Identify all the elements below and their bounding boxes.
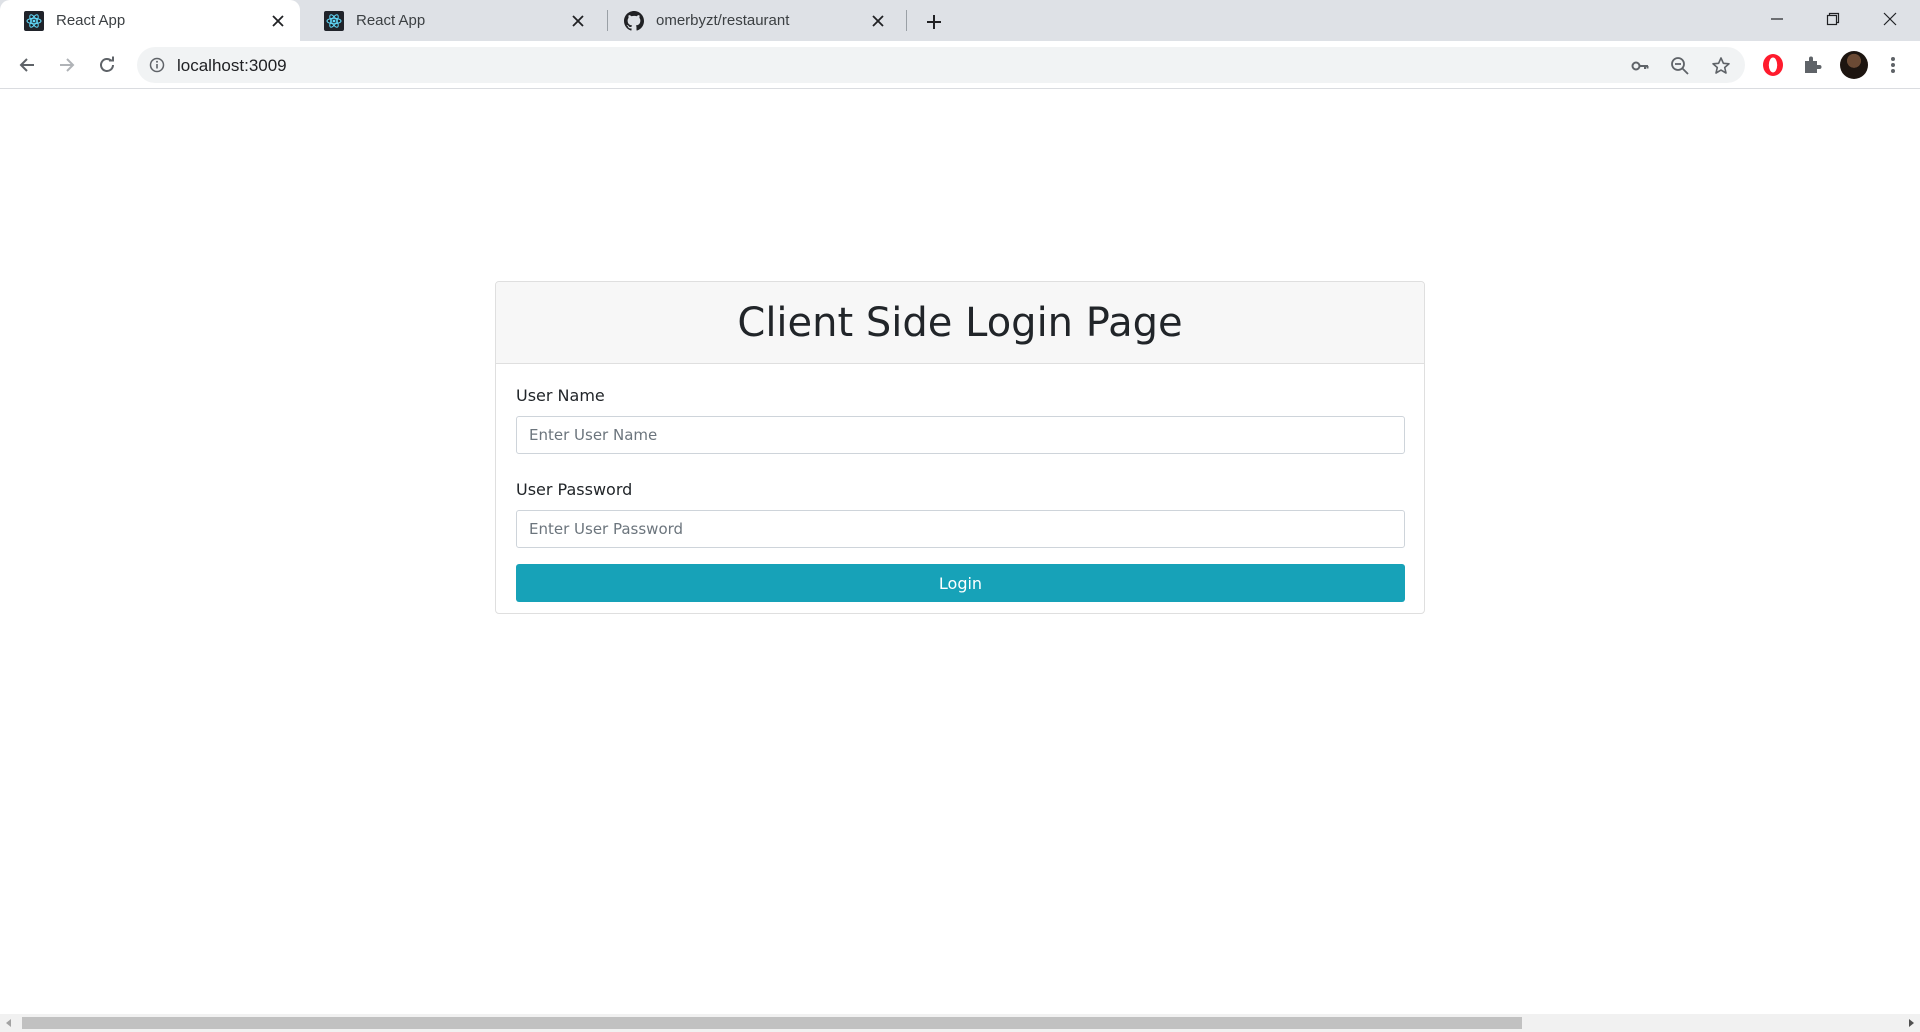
address-bar[interactable]: localhost:3009 xyxy=(137,47,1745,83)
tab-strip: React App React App omerbyzt/restaurant xyxy=(0,0,1920,41)
react-icon xyxy=(24,10,44,31)
close-icon[interactable] xyxy=(268,11,288,31)
username-label: User Name xyxy=(516,386,605,405)
restore-icon xyxy=(1826,12,1840,26)
tab-github[interactable]: omerbyzt/restaurant xyxy=(600,0,900,41)
page-title: Client Side Login Page xyxy=(737,299,1183,346)
forward-arrow-icon xyxy=(60,58,75,72)
new-tab-button[interactable] xyxy=(920,8,948,36)
close-window-button[interactable] xyxy=(1862,0,1918,38)
login-card: Client Side Login Page User Name User Pa… xyxy=(495,281,1425,614)
profile-avatar[interactable] xyxy=(1840,51,1868,79)
back-arrow-icon xyxy=(19,58,34,72)
extensions-icon[interactable] xyxy=(1800,52,1826,78)
horizontal-scrollbar[interactable] xyxy=(0,1014,1920,1032)
react-icon xyxy=(324,10,344,31)
reload-icon xyxy=(100,56,114,72)
scroll-right-icon[interactable] xyxy=(1902,1014,1920,1032)
tab-react-app-active[interactable]: React App xyxy=(0,0,300,41)
tab-title: React App xyxy=(356,12,426,29)
minimize-icon xyxy=(1771,18,1783,20)
key-icon[interactable] xyxy=(1629,55,1651,77)
zoom-icon[interactable] xyxy=(1669,55,1691,77)
login-button[interactable]: Login xyxy=(516,564,1405,602)
username-input[interactable] xyxy=(516,416,1405,454)
restore-button[interactable] xyxy=(1805,0,1861,38)
password-input[interactable] xyxy=(516,510,1405,548)
star-icon[interactable] xyxy=(1710,55,1732,77)
tab-title: omerbyzt/restaurant xyxy=(656,12,790,29)
plus-icon xyxy=(927,15,941,29)
forward-button[interactable] xyxy=(50,48,84,82)
close-icon[interactable] xyxy=(868,11,888,31)
url-text: localhost:3009 xyxy=(177,56,287,75)
browser-toolbar: localhost:3009 xyxy=(0,41,1920,89)
tab-divider xyxy=(906,10,907,31)
scrollbar-thumb[interactable] xyxy=(22,1017,1522,1029)
card-header: Client Side Login Page xyxy=(496,282,1424,364)
password-label: User Password xyxy=(516,480,633,499)
close-icon[interactable] xyxy=(568,11,588,31)
minimize-button[interactable] xyxy=(1749,0,1805,38)
reload-button[interactable] xyxy=(90,48,124,82)
opera-extension-icon[interactable] xyxy=(1760,52,1786,78)
scroll-left-icon[interactable] xyxy=(0,1014,18,1032)
menu-icon[interactable] xyxy=(1880,52,1906,78)
back-button[interactable] xyxy=(10,48,44,82)
close-icon xyxy=(1883,12,1897,26)
info-icon[interactable] xyxy=(147,55,167,75)
tab-react-app[interactable]: React App xyxy=(300,0,600,41)
login-form: User Name User Password Login xyxy=(496,364,1424,602)
tab-title: React App xyxy=(56,12,126,29)
github-icon xyxy=(624,10,644,31)
